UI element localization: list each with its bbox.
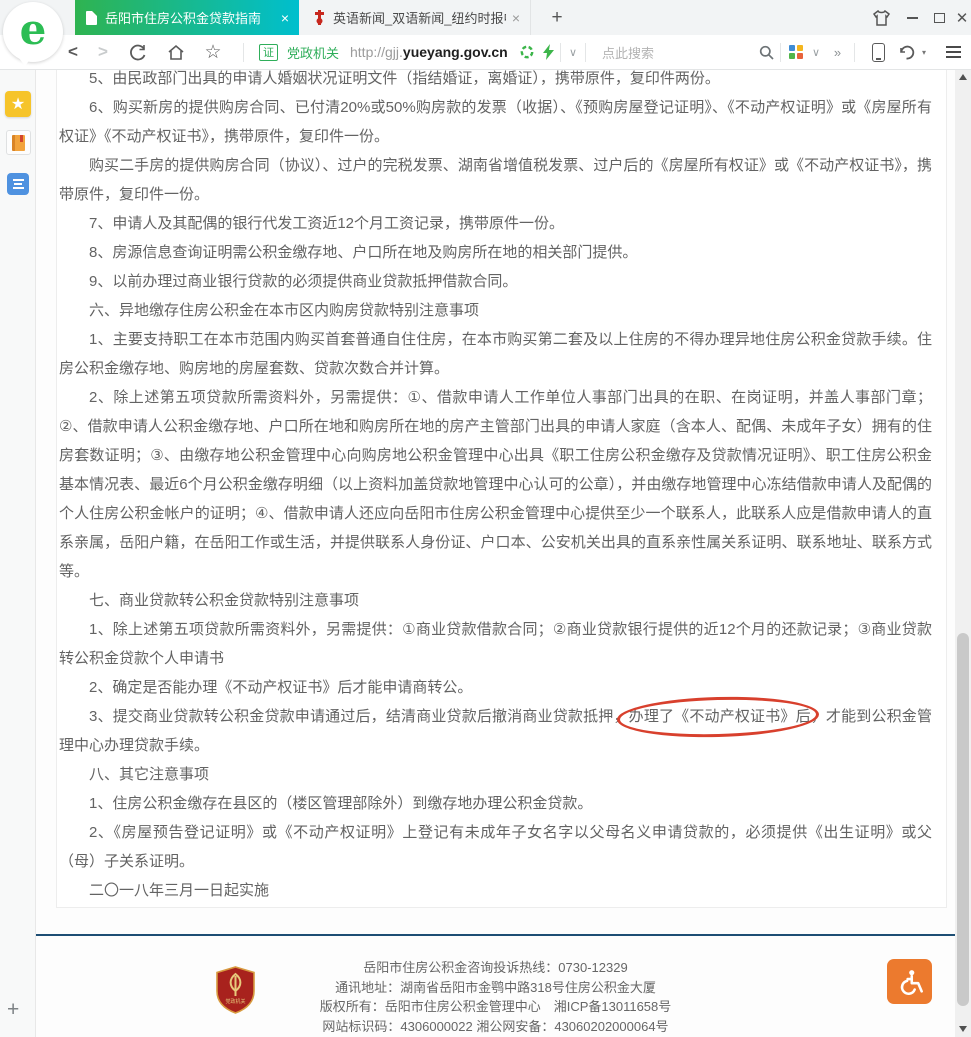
grid-chevron-icon[interactable]: ∨ [809, 35, 823, 69]
favorites-star-icon[interactable]: ★ [5, 91, 31, 117]
footer-hotline: 岳阳市住房公积金咨询投诉热线：0730-12329 [36, 958, 955, 978]
tab-close-icon[interactable]: × [281, 11, 289, 25]
section-heading: 七、商业贷款转公积金贷款特别注意事项 [59, 586, 932, 615]
undo-history-icon[interactable] [896, 35, 916, 69]
tab-title: 岳阳市住房公积金贷款指南 [105, 8, 275, 27]
skin-icon[interactable] [872, 0, 896, 35]
scrollbar-thumb[interactable] [957, 633, 969, 1006]
paragraph: 购买二手房的提供购房合同（协议）、过户的完税发票、湖南省增值税发票、过户后的《房… [59, 151, 932, 209]
tab-inactive-news[interactable]: 英语新闻_双语新闻_纽约时报中 × [302, 0, 531, 35]
home-button[interactable] [163, 35, 189, 69]
search-input[interactable]: 点此搜索 [602, 35, 654, 69]
section-heading: 六、异地缴存住房公积金在本市区内购房贷款特别注意事项 [59, 296, 932, 325]
pinwheel-refresh-icon[interactable] [518, 35, 536, 69]
forward-button[interactable]: > [92, 35, 114, 69]
search-icon[interactable] [756, 35, 776, 69]
circled-phrase: 办理了《不动产权证书》后 [629, 708, 811, 725]
new-tab-button[interactable]: + [545, 6, 569, 30]
refresh-button[interactable] [126, 35, 150, 69]
paragraph: 5、由民政部门出具的申请人婚姻状况证明文件（指结婚证，离婚证），携带原件，复印件… [59, 70, 932, 93]
webpage-viewport: 5、由民政部门出具的申请人婚姻状况证明文件（指结婚证，离婚证），携带原件，复印件… [36, 70, 955, 1037]
speed-lightning-icon[interactable] [540, 35, 556, 69]
paragraph: 2、除上述第五项贷款所需资料外，另需提供：①、借款申请人工作单位人事部门出具的在… [59, 383, 932, 586]
tab-bar: e 岳阳市住房公积金贷款指南 × 英语新闻_双语新闻_纽约时报中 × + ✕ [0, 0, 971, 35]
paragraph: 1、主要支持职工在本市范围内购买首套普通自住住房，在本市购买第二套及以上住房的不… [59, 325, 932, 383]
paragraph: 1、除上述第五项贷款所需资料外，另需提供：①商业贷款借款合同；②商业贷款银行提供… [59, 615, 932, 673]
paragraph: 2、确定是否能办理《不动产权证书》后才能申请商转公。 [59, 673, 932, 702]
site-type-label: 党政机关 [287, 35, 339, 69]
footer-address: 通讯地址：湖南省岳阳市金鹗中路318号住房公积金大厦 [36, 978, 955, 998]
favorite-star-icon[interactable]: ☆ [200, 35, 226, 69]
paragraph: 7、申请人及其配偶的银行代发工资近12个月工资记录，携带原件一份。 [59, 209, 932, 238]
address-url[interactable]: http://gjj.yueyang.gov.cn [350, 35, 508, 69]
browser-logo-glyph: e [20, 9, 47, 51]
text-before-circle: 3、提交商业贷款转公积金贷款申请通过后，结清商业贷款后撤消商业贷款抵押， [89, 708, 629, 725]
vertical-scrollbar[interactable] [955, 70, 971, 1037]
paragraph: 9、以前办理过商业银行贷款的必须提供商业贷款抵押借款合同。 [59, 267, 932, 296]
section-heading: 八、其它注意事项 [59, 760, 932, 789]
paragraph: 1、住房公积金缴存在县区的（楼区管理部除外）到缴存地办理公积金贷款。 [59, 789, 932, 818]
accessibility-button[interactable] [887, 959, 932, 1004]
scroll-up-icon[interactable] [959, 74, 967, 80]
maximize-button[interactable] [928, 0, 950, 35]
undo-caret-icon[interactable]: ▾ [919, 35, 929, 69]
tab-close-icon[interactable]: × [512, 11, 520, 25]
url-dropdown-chevron-icon[interactable]: ∨ [565, 35, 581, 69]
cert-badge: 证 [259, 35, 278, 69]
footer-copyright: 版权所有：岳阳市住房公积金管理中心 湘ICP备13011658号 [36, 997, 955, 1017]
phone-sync-icon[interactable] [869, 35, 887, 69]
tab-active-gongjijin[interactable]: 岳阳市住房公积金贷款指南 × [75, 0, 299, 35]
paragraph: 8、房源信息查询证明需公积金缴存地、户口所在地及购房所在地的相关部门提供。 [59, 238, 932, 267]
footer-site-code: 网站标识码：4306000022 湘公网安备：43060202000064号 [36, 1017, 955, 1037]
close-button[interactable]: ✕ [951, 0, 971, 35]
article-body: 5、由民政部门出具的申请人婚姻状况证明文件（指结婚证，离婚证），携带原件，复印件… [59, 70, 932, 905]
extensions-grid-icon[interactable] [788, 35, 804, 69]
url-domain: yueyang.gov.cn [403, 44, 508, 60]
browser-logo[interactable]: e [3, 2, 63, 62]
url-prefix: http://gjj. [350, 44, 403, 60]
bookmarks-book-icon[interactable] [6, 130, 31, 155]
wheelchair-icon [896, 968, 924, 996]
menu-icon[interactable] [942, 35, 964, 69]
site-footer: 党政机关 岳阳市住房公积金咨询投诉热线：0730-12329 通讯地址：湖南省岳… [36, 934, 955, 1037]
side-toolbar: ★ + [0, 70, 36, 1037]
paragraph: 2、《房屋预告登记证明》或《不动产权证明》上登记有未成年子女名字以父母名义申请贷… [59, 818, 932, 876]
paragraph: 6、购买新房的提供购房合同、已付清20%或50%购房款的发票（收据）、《预购房屋… [59, 93, 932, 151]
navigation-toolbar: < > ☆ 证 党政机关 http://gjj.yueyang.gov.cn [0, 35, 971, 70]
tab-title: 英语新闻_双语新闻_纽约时报中 [333, 8, 506, 27]
minimize-button[interactable] [901, 0, 923, 35]
sidebar-add-icon[interactable]: + [7, 998, 19, 1022]
notes-doc-icon[interactable] [7, 173, 29, 195]
toolbar-overflow-icon[interactable]: » [829, 35, 845, 69]
nyt-favicon-icon [314, 10, 325, 25]
paragraph-with-annotation: 3、提交商业贷款转公积金贷款申请通过后，结清商业贷款后撤消商业贷款抵押，办理了《… [59, 702, 932, 760]
effective-date: 二〇一八年三月一日起实施 [59, 876, 932, 905]
page-favicon-icon [86, 11, 97, 25]
footer-info: 岳阳市住房公积金咨询投诉热线：0730-12329 通讯地址：湖南省岳阳市金鹗中… [36, 958, 955, 1036]
scroll-down-icon[interactable] [959, 1026, 967, 1032]
browser-window: e 岳阳市住房公积金贷款指南 × 英语新闻_双语新闻_纽约时报中 × + ✕ [0, 0, 971, 1037]
back-button[interactable]: < [62, 35, 84, 69]
